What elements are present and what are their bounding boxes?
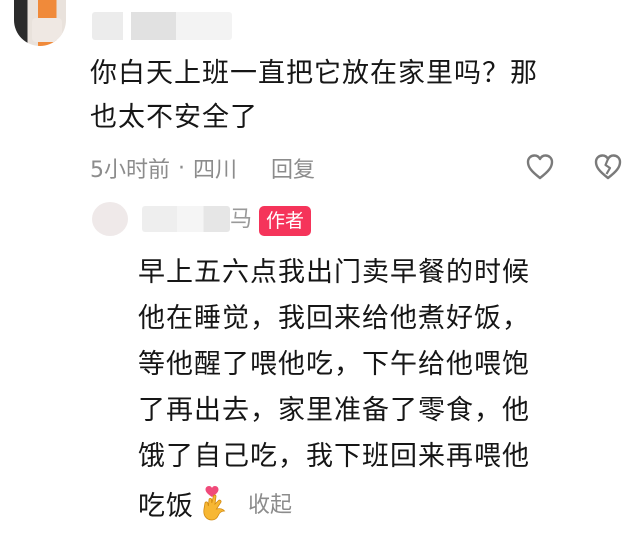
meta-separator: · <box>178 155 185 181</box>
comment-location: 四川 <box>193 158 238 183</box>
reply-line: 了再出去，家里准备了零食，他 <box>138 395 530 426</box>
reply-last-line: 吃饭 <box>138 490 194 522</box>
comment-time: 5小时前 <box>90 158 170 183</box>
author-reply-text: 早上五六点我出门卖早餐的时候 他在睡觉，我回来给他煮好饭， 等他醒了喂他吃，下午给他… <box>138 250 608 480</box>
comment-meta: 5小时前 · 四川 回复 <box>90 150 315 186</box>
comment-text-line2: 也太不安全了 <box>90 102 258 133</box>
commenter-avatar[interactable] <box>14 0 66 46</box>
reply-line: 饿了自己吃，我下班回来再喂他 <box>138 441 530 472</box>
collapse-button[interactable]: 收起 <box>248 487 292 519</box>
heart-hands-emoji-icon <box>203 486 226 521</box>
broken-heart-icon[interactable] <box>593 152 623 182</box>
author-username-blurred[interactable] <box>142 206 230 232</box>
author-reply-last-row: 吃饭 收起 <box>138 480 292 526</box>
comment-text: 你白天上班一直把它放在家里吗？那 也太不安全了 <box>90 52 620 140</box>
reply-line: 等他醒了喂他吃，下午给他喂饱 <box>138 349 530 380</box>
author-badge: 作者 <box>259 206 312 236</box>
commenter-username-blurred[interactable] <box>92 12 232 40</box>
heart-outline-icon[interactable] <box>525 152 555 182</box>
author-name-tail[interactable]: 马 <box>230 206 252 234</box>
author-avatar[interactable] <box>92 202 128 236</box>
reply-line: 早上五六点我出门卖早餐的时候 <box>138 257 530 288</box>
reply-button[interactable]: 回复 <box>271 152 315 184</box>
reply-line: 他在睡觉，我回来给他煮好饭， <box>138 303 530 334</box>
comment-text-line1: 你白天上班一直把它放在家里吗？那 <box>90 58 538 89</box>
